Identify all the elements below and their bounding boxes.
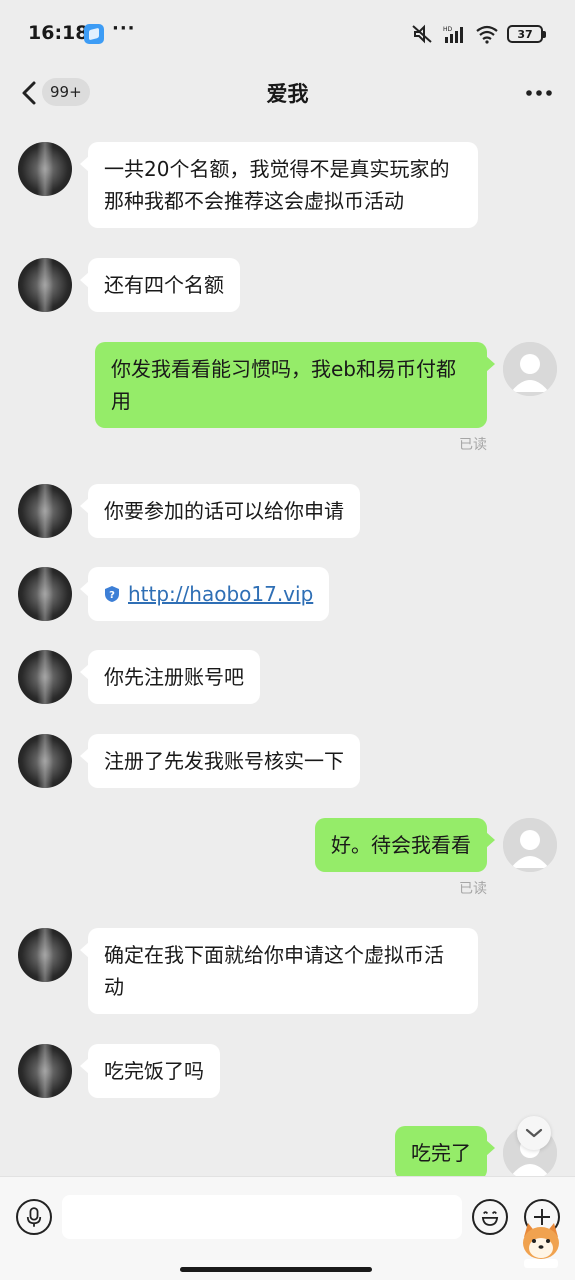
contact-avatar[interactable] bbox=[18, 258, 72, 312]
contact-avatar[interactable] bbox=[18, 734, 72, 788]
read-status: 已读 bbox=[459, 437, 487, 453]
message-row: 还有四个名额 bbox=[0, 242, 575, 312]
voice-icon[interactable] bbox=[16, 1199, 52, 1235]
message-bubble[interactable]: 你发我看看能习惯吗，我eb和易币付都用 bbox=[95, 342, 495, 428]
message-row: 你要参加的话可以给你申请 bbox=[0, 468, 575, 538]
chat-header: 99+ 爱我 bbox=[0, 66, 575, 126]
wifi-icon bbox=[476, 25, 498, 44]
message-link[interactable]: http://haobo17.vip bbox=[128, 582, 313, 606]
message-row: 吃完了 bbox=[0, 1110, 575, 1176]
link-message-bubble[interactable]: ? http://haobo17.vip bbox=[79, 567, 330, 621]
status-more-indicator: ··· bbox=[112, 18, 136, 39]
home-indicator[interactable] bbox=[180, 1267, 372, 1272]
message-row: 吃完饭了吗 bbox=[0, 1028, 575, 1098]
contact-avatar[interactable] bbox=[18, 928, 72, 982]
chat-message-list[interactable]: 一共20个名额，我觉得不是真实玩家的那种我都不会推荐这会虚拟币活动 还有四个名额… bbox=[0, 126, 575, 1176]
chevron-down-icon bbox=[525, 1128, 543, 1138]
emoji-icon[interactable] bbox=[472, 1199, 508, 1235]
status-icons: HD 37 bbox=[411, 22, 546, 46]
message-bubble[interactable]: 吃完饭了吗 bbox=[80, 1044, 220, 1098]
message-bubble[interactable]: 你先注册账号吧 bbox=[80, 650, 260, 704]
status-time: 16:18 bbox=[28, 22, 89, 44]
scroll-to-bottom-button[interactable] bbox=[517, 1116, 551, 1150]
message-bubble[interactable]: 你要参加的话可以给你申请 bbox=[80, 484, 360, 538]
read-status: 已读 bbox=[459, 881, 487, 897]
hd-signal-icon: HD bbox=[443, 26, 463, 43]
contact-avatar[interactable] bbox=[18, 1044, 72, 1098]
shiba-sticker-icon bbox=[523, 1223, 559, 1268]
message-row: 好。待会我看看 已读 bbox=[0, 802, 575, 902]
contact-avatar[interactable] bbox=[18, 567, 72, 621]
app-notification-icon bbox=[84, 24, 104, 44]
svg-text:?: ? bbox=[109, 590, 115, 601]
contact-avatar[interactable] bbox=[18, 142, 72, 196]
message-row: ? http://haobo17.vip bbox=[0, 551, 575, 621]
message-bubble[interactable]: 确定在我下面就给你申请这个虚拟币活动 bbox=[80, 928, 478, 1014]
message-bubble[interactable]: 还有四个名额 bbox=[80, 258, 240, 312]
svg-text:HD: HD bbox=[443, 26, 453, 33]
message-bubble[interactable]: 吃完了 bbox=[395, 1126, 495, 1176]
message-row: 你先注册账号吧 bbox=[0, 634, 575, 704]
mute-icon bbox=[412, 24, 432, 44]
battery-icon: 37 bbox=[507, 25, 546, 43]
message-row: 一共20个名额，我觉得不是真实玩家的那种我都不会推荐这会虚拟币活动 bbox=[0, 126, 575, 236]
message-row: 确定在我下面就给你申请这个虚拟币活动 bbox=[0, 912, 575, 1022]
user-avatar[interactable] bbox=[503, 342, 557, 396]
more-dots-icon[interactable] bbox=[525, 78, 553, 108]
message-row: 你发我看看能习惯吗，我eb和易币付都用 已读 bbox=[0, 326, 575, 466]
contact-avatar[interactable] bbox=[18, 650, 72, 704]
status-bar: 16:18 ··· HD 37 bbox=[0, 0, 575, 66]
user-avatar[interactable] bbox=[503, 818, 557, 872]
message-bubble[interactable]: 好。待会我看看 bbox=[315, 818, 495, 872]
shield-icon: ? bbox=[105, 586, 119, 602]
message-input-bar bbox=[0, 1176, 575, 1280]
chat-title: 爱我 bbox=[266, 82, 309, 106]
contact-avatar[interactable] bbox=[18, 484, 72, 538]
message-input[interactable] bbox=[62, 1195, 462, 1239]
message-bubble[interactable]: 一共20个名额，我觉得不是真实玩家的那种我都不会推荐这会虚拟币活动 bbox=[80, 142, 478, 228]
message-row: 注册了先发我账号核实一下 bbox=[0, 718, 575, 788]
message-bubble[interactable]: 注册了先发我账号核实一下 bbox=[80, 734, 360, 788]
